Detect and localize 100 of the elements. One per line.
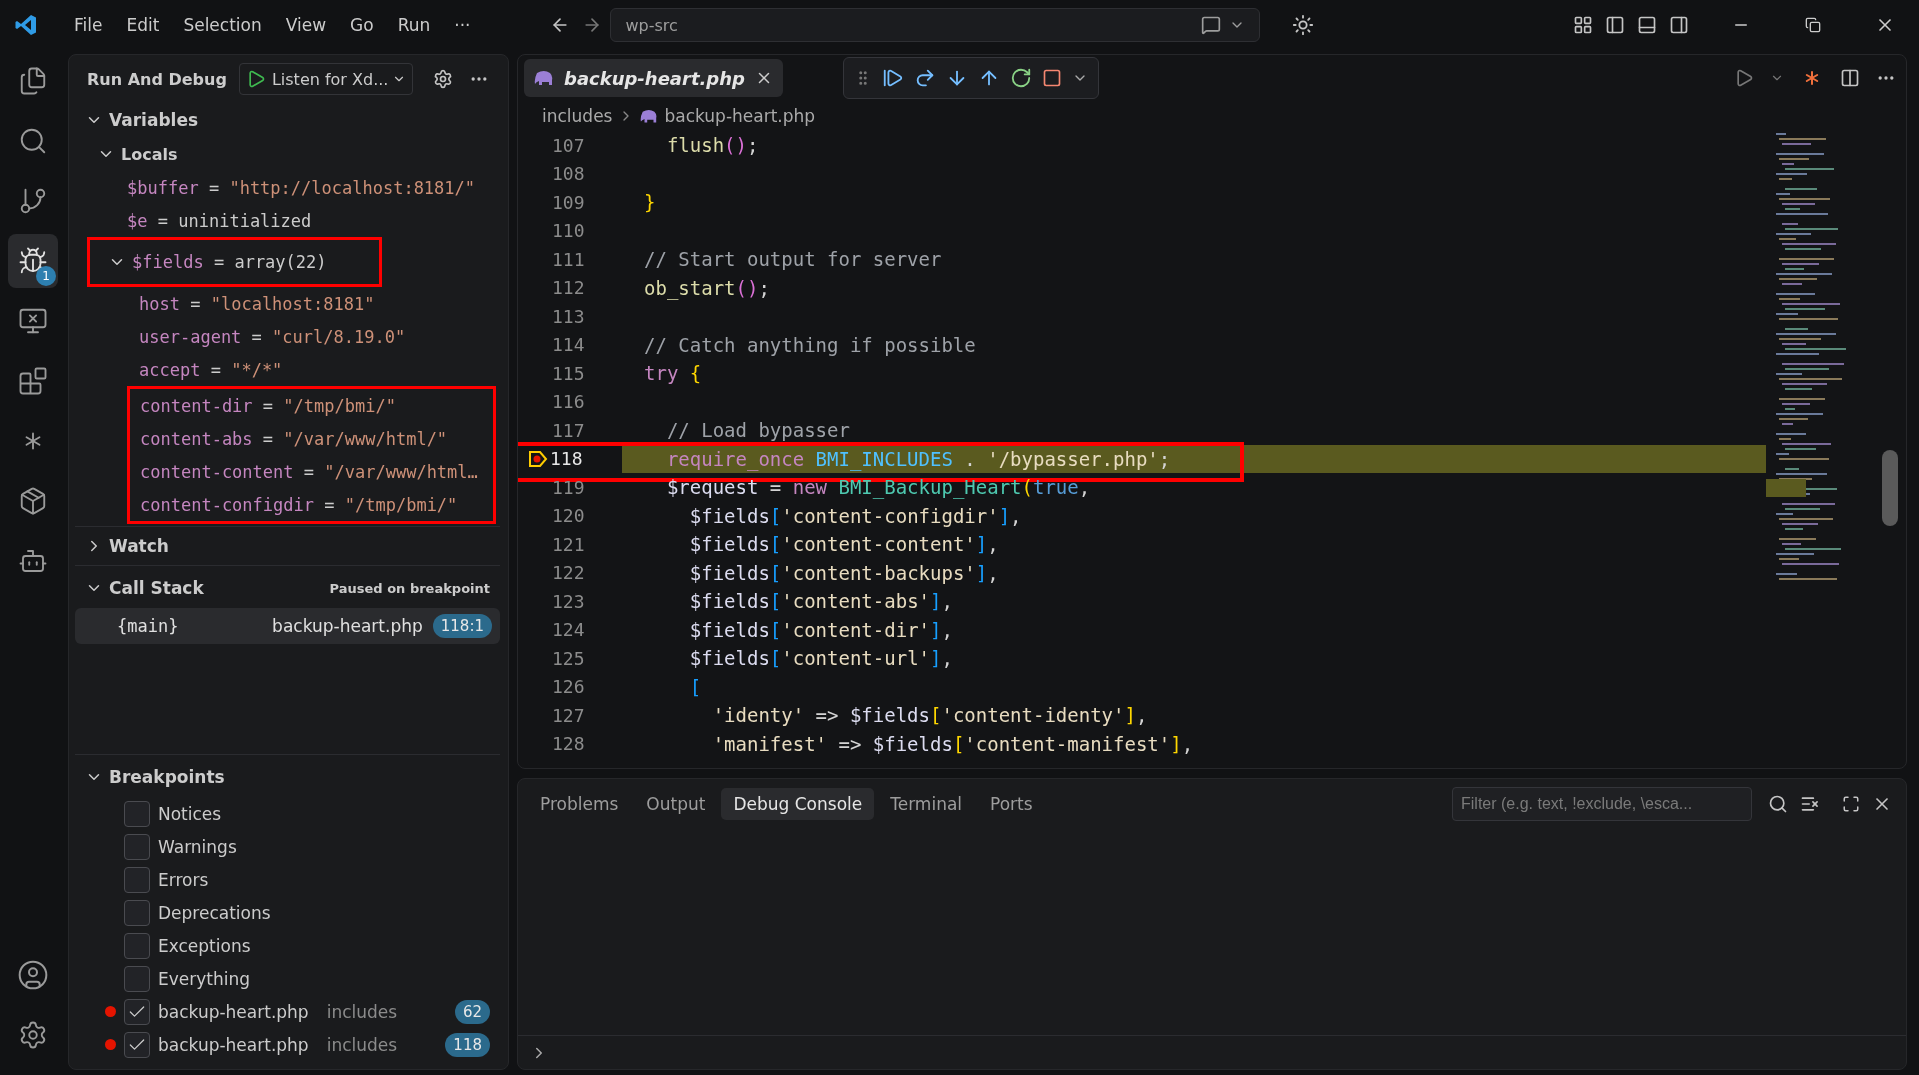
code-line: $fields['content-url'],: [688, 647, 953, 670]
menu-item[interactable]: File: [64, 11, 113, 39]
variable-row[interactable]: user-agent = "curl/8.19.0": [75, 320, 500, 353]
checkbox[interactable]: [124, 998, 150, 1025]
breakpoint-folder: includes: [326, 1001, 398, 1022]
variable-row[interactable]: accept = "*/*": [75, 353, 500, 386]
code-line: try {: [644, 362, 702, 385]
code-line: // Start output for server: [644, 248, 942, 271]
breakpoint-label: Warnings: [158, 836, 237, 857]
panel-tab[interactable]: Ports: [978, 788, 1045, 820]
menu-item[interactable]: Selection: [173, 11, 272, 39]
code-line: $request = new BMI_Backup_Heart(true,: [665, 476, 1091, 499]
panel-tab[interactable]: Output: [634, 788, 718, 820]
checkbox[interactable]: [124, 965, 150, 992]
variable-row[interactable]: content-dir = "/tmp/bmi/": [130, 389, 493, 422]
code-line: require_once BMI_INCLUDES . '/bypasser.php';: [665, 447, 1171, 470]
breakpoint-label: Everything: [158, 968, 251, 989]
code-line: }: [644, 191, 656, 214]
frame-name: {main}: [117, 616, 180, 636]
filter-field[interactable]: Filter (e.g. text, !exclude, \esca...: [1452, 787, 1752, 821]
editor-tab[interactable]: backup-heart.php: [524, 59, 783, 97]
breakpoint-label: Notices: [158, 803, 222, 824]
variable-row[interactable]: host = "localhost:8181": [75, 287, 500, 320]
breakpoint-label: Errors: [158, 869, 209, 890]
code-line: [: [688, 675, 702, 698]
stop-icon[interactable]: [1041, 68, 1062, 88]
blocks-icon: [18, 366, 48, 396]
line-number: 111: [552, 248, 585, 270]
code-line: 'manifest' => $fields['content-manifest'],: [711, 732, 1194, 755]
monitor-icon: [18, 306, 48, 336]
panel-tab[interactable]: Terminal: [878, 788, 975, 820]
section-header[interactable]: Call Stack: [109, 578, 204, 598]
breadcrumb-item[interactable]: backup-heart.php: [664, 106, 816, 126]
line-number: 120: [552, 505, 585, 527]
line-number: 115: [552, 362, 585, 384]
line-number: 128: [552, 733, 585, 755]
breakpoint-dot: [105, 1039, 116, 1050]
variable-row[interactable]: $fields = array(22): [90, 245, 379, 279]
files-icon: [18, 66, 48, 96]
line-number: 124: [552, 619, 585, 641]
variable-row[interactable]: $buffer = "http://localhost:8181/": [75, 171, 500, 204]
continue-icon[interactable]: [881, 67, 904, 89]
restart-icon[interactable]: [1009, 67, 1032, 89]
line-number: 123: [552, 590, 585, 612]
breakpoint-folder: includes: [326, 1034, 398, 1055]
restore-icon[interactable]: [1805, 17, 1821, 33]
checkbox[interactable]: [124, 866, 150, 893]
line-number: 110: [552, 220, 585, 242]
breakpoint-label: backup-heart.php: [158, 1001, 309, 1022]
line-number: 121: [552, 533, 585, 555]
panel-tab[interactable]: Debug Console: [721, 788, 875, 820]
code-line: $fields['content-dir'],: [688, 618, 953, 641]
checkbox[interactable]: [124, 833, 150, 860]
activity-button[interactable]: 1: [8, 234, 58, 288]
chat-icon[interactable]: [1201, 15, 1222, 35]
search-icon: [18, 126, 48, 156]
menu-item[interactable]: Run: [387, 11, 441, 39]
breakpoint-label: Deprecations: [158, 902, 271, 923]
line-number: 114: [552, 334, 585, 356]
checkbox[interactable]: [124, 800, 150, 827]
elephant-icon: [640, 108, 659, 124]
line-number: 117: [552, 419, 585, 441]
checkbox[interactable]: [124, 932, 150, 959]
section-header[interactable]: Watch: [109, 536, 169, 556]
sidebar-title: Run And Debug: [87, 69, 227, 89]
variable-row[interactable]: content-configdir = "/tmp/bmi/": [130, 488, 493, 521]
line-number: 108: [552, 163, 585, 185]
menu-item[interactable]: ···: [444, 11, 481, 39]
count-badge: 1: [36, 266, 56, 286]
scrollbar-thumb[interactable]: [1882, 450, 1898, 526]
debug-status: Paused on breakpoint: [329, 580, 490, 596]
code-line: flush();: [665, 134, 759, 157]
line-number: 113: [552, 305, 585, 327]
launch-config-select[interactable]: Listen for Xd...: [271, 69, 407, 89]
variable-row[interactable]: $e = uninitialized: [75, 204, 500, 237]
checkbox[interactable]: [124, 1031, 150, 1058]
menu-item[interactable]: View: [275, 11, 337, 39]
line-number: 119: [552, 476, 585, 498]
line-number: 107: [552, 134, 585, 156]
app-logo-icon: [14, 13, 38, 37]
variable-row[interactable]: content-abs = "/var/www/html/": [130, 422, 493, 455]
breadcrumb-item[interactable]: includes: [542, 106, 613, 126]
breakpoint-dot: [105, 1006, 116, 1017]
stack-frame[interactable]: {main} backup-heart.php 118:1: [75, 608, 500, 644]
variable-row[interactable]: content-content = "/var/www/html…: [130, 455, 493, 488]
checkbox[interactable]: [124, 899, 150, 926]
code-line: // Catch anything if possible: [644, 333, 976, 356]
elephant-icon: [534, 70, 554, 86]
line-number: 126: [552, 676, 585, 698]
code-line: $fields['content-content'],: [688, 533, 999, 556]
panel-tab[interactable]: Problems: [528, 788, 631, 820]
menu-item[interactable]: Edit: [116, 11, 170, 39]
section-header[interactable]: Variables: [109, 110, 199, 130]
code-line: ob_start();: [644, 276, 770, 299]
command-center-field[interactable]: wp-src: [610, 8, 1261, 42]
scope-label[interactable]: Locals: [121, 144, 178, 164]
frame-file: backup-heart.php: [272, 616, 423, 636]
line-number: 122: [552, 562, 585, 584]
section-header[interactable]: Breakpoints: [109, 767, 225, 787]
menu-item[interactable]: Go: [340, 11, 384, 39]
